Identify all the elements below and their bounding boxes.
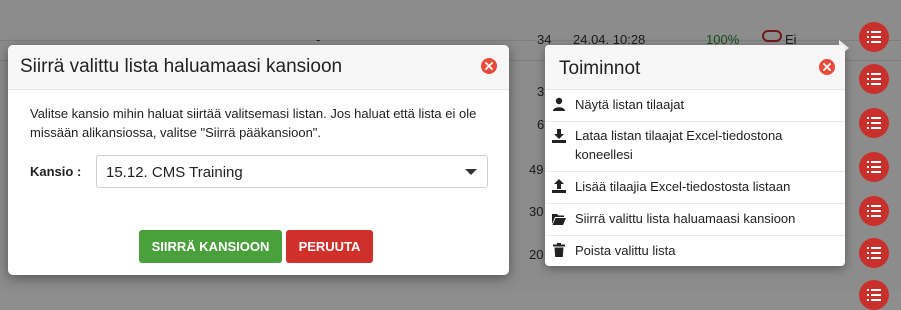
list-icon <box>867 117 881 129</box>
cancel-button[interactable]: PERUUTA <box>286 230 373 263</box>
action-label: Lisää tilaajia Excel-tiedostosta listaan <box>575 179 791 194</box>
close-icon[interactable] <box>481 58 497 74</box>
action-label: Siirrä valittu lista haluamaasi kansioon <box>575 211 796 226</box>
move-to-folder-button[interactable]: SIIRRÄ KANSIOON <box>139 230 282 263</box>
action-label: Näytä listan tilaajat <box>575 97 685 112</box>
modal-title: Siirrä valittu lista haluamaasi kansioon <box>20 56 343 77</box>
list-icon <box>867 247 881 259</box>
list-icon <box>867 31 881 43</box>
row-actions-button[interactable] <box>859 238 889 268</box>
action-delete-list[interactable]: Poista valittu lista <box>545 235 845 266</box>
row-actions-button[interactable] <box>859 108 889 138</box>
action-move-to-folder[interactable]: Siirrä valittu lista haluamaasi kansioon <box>545 203 845 236</box>
caret-down-icon <box>465 169 477 175</box>
upload-icon <box>552 179 566 193</box>
list-icon <box>867 161 881 173</box>
action-label: Lataa listan tilaajat Excel-tiedostona k… <box>575 128 783 162</box>
row-actions-button[interactable] <box>859 64 889 94</box>
action-show-subscribers[interactable]: Näytä listan tilaajat <box>545 89 845 122</box>
folder-select-value: 15.12. CMS Training <box>106 164 243 181</box>
modal-description: Valitse kansio mihin haluat siirtää vali… <box>30 106 477 140</box>
row-actions-button[interactable] <box>859 280 889 310</box>
action-import-excel[interactable]: Lisää tilaajia Excel-tiedostosta listaan <box>545 171 845 204</box>
list-icon <box>867 205 881 217</box>
row-actions-button[interactable] <box>859 196 889 226</box>
download-icon <box>552 129 566 143</box>
move-list-modal: Siirrä valittu lista haluamaasi kansioon… <box>8 45 509 275</box>
folder-label: Kansio : <box>30 164 82 179</box>
action-label: Poista valittu lista <box>575 243 676 258</box>
list-icon <box>867 289 881 301</box>
row-actions-button[interactable] <box>859 152 889 182</box>
row-actions-button[interactable] <box>859 22 889 52</box>
folder-open-icon <box>552 214 566 225</box>
actions-popover: Toiminnot Näytä listan tilaajat Lataa li… <box>545 45 845 266</box>
trash-icon <box>553 243 565 257</box>
action-download-excel[interactable]: Lataa listan tilaajat Excel-tiedostona k… <box>545 121 845 172</box>
popover-title: Toiminnot <box>559 58 641 79</box>
user-icon <box>553 97 565 111</box>
folder-select[interactable]: 15.12. CMS Training <box>96 155 488 188</box>
popover-header: Toiminnot <box>545 45 845 90</box>
modal-header: Siirrä valittu lista haluamaasi kansioon <box>8 45 509 90</box>
list-icon <box>867 73 881 85</box>
close-icon[interactable] <box>819 59 835 75</box>
